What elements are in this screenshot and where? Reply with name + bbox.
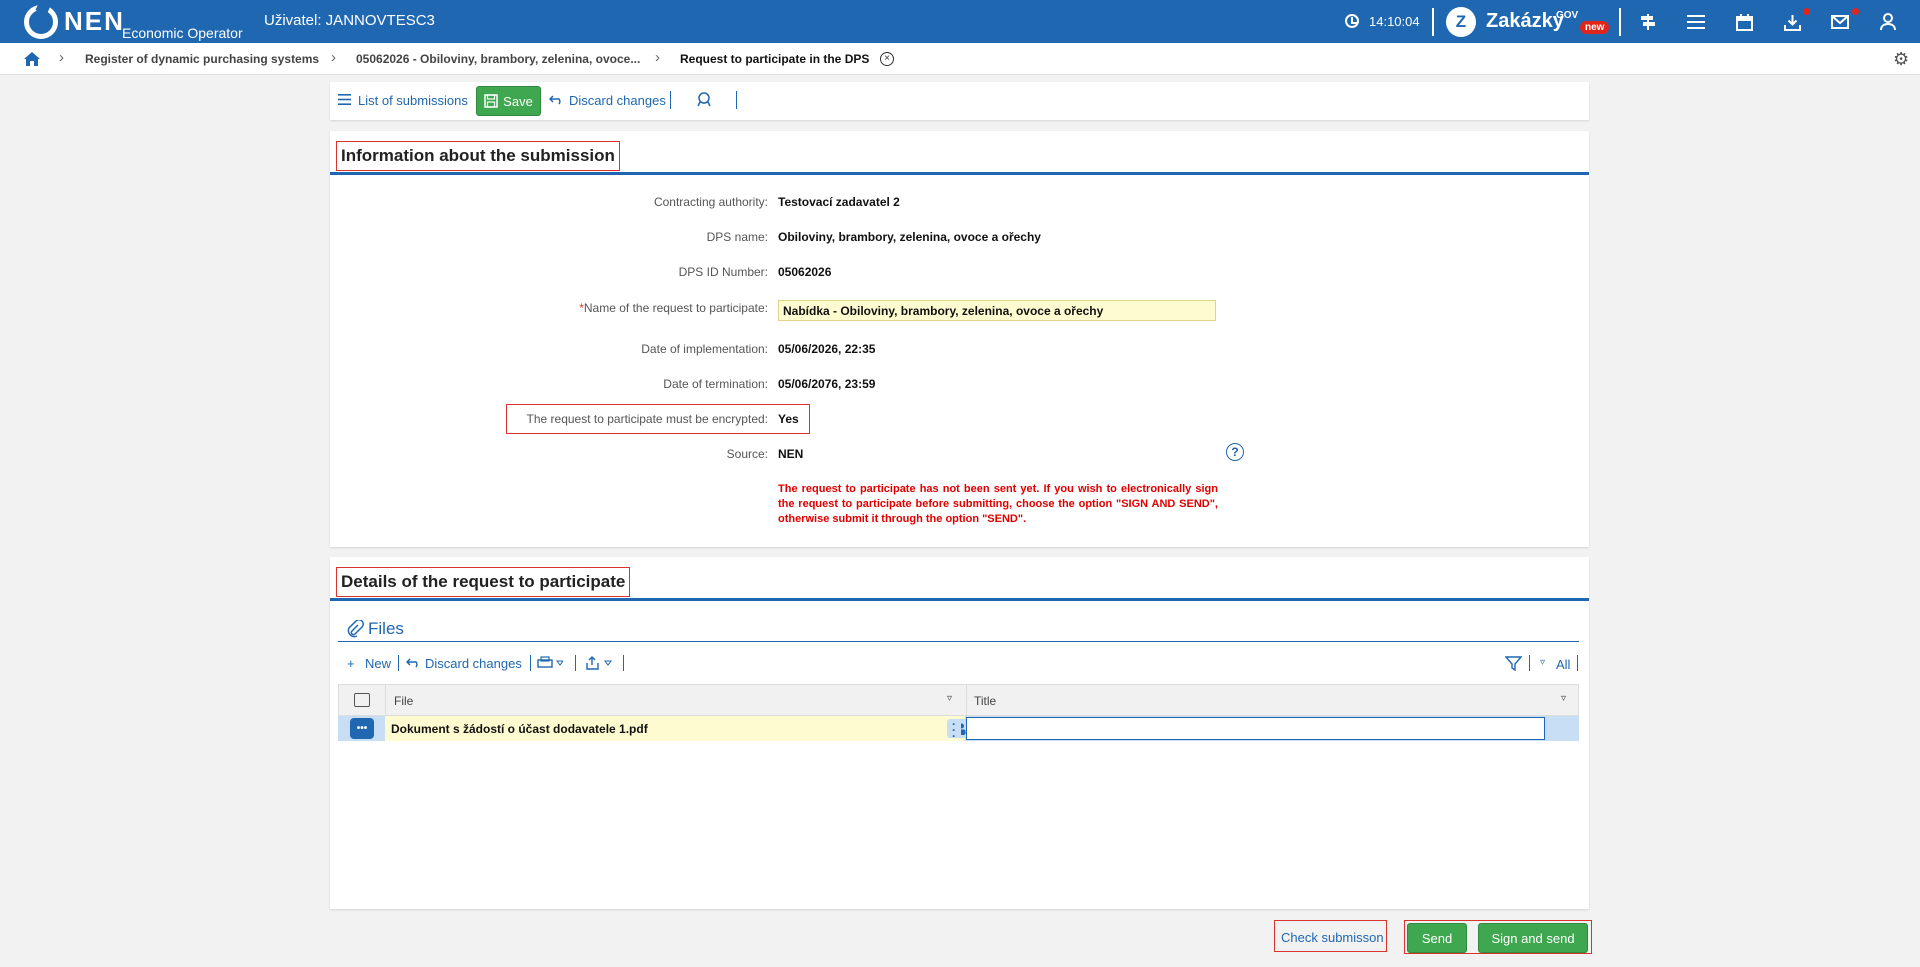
menu-icon[interactable] [1685,11,1707,33]
file-name[interactable]: Dokument s žádostí o účast dodavatele 1.… [391,722,648,736]
user-name: Uživatel: JANNOVTESC3 [264,12,435,29]
export-icon[interactable] [585,656,613,673]
new-file-button[interactable]: New [365,656,391,671]
filter-all-select[interactable]: All [1556,657,1570,672]
list-icon[interactable] [338,93,351,108]
source-label: Source: [726,447,768,461]
encryption-value: Yes [778,412,799,426]
add-icon[interactable]: + [347,656,355,671]
close-icon[interactable]: × [880,52,894,66]
discard-icon[interactable] [405,656,421,671]
home-icon[interactable] [23,51,41,67]
discard-changes-link[interactable]: Discard changes [569,93,666,108]
bookmark-icon[interactable] [696,91,712,110]
chevron-right-icon: › [331,49,336,66]
zakazky-link[interactable]: Zakázky [1486,10,1564,33]
dps-name-value: Obiloviny, brambory, zelenina, ovoce a o… [778,230,1041,244]
files-title: Files [368,619,404,638]
divider [670,91,671,109]
contracting-authority-value: Testovací zadavatel 2 [778,195,900,209]
table-row[interactable]: ••• Dokument s žádostí o účast dodavatel… [338,716,1579,742]
gear-icon[interactable]: ⚙ [1893,49,1909,70]
new-badge: new [1580,21,1610,34]
breadcrumb: › Register of dynamic purchasing systems… [0,43,1920,75]
file-cell[interactable]: Dokument s žádostí o účast dodavatele 1.… [385,716,990,741]
filter-icon[interactable] [1504,656,1523,674]
request-details-title: Details of the request to participate [336,567,631,597]
divider [623,655,624,671]
divider [398,655,399,671]
calendar-icon[interactable] [1733,11,1755,33]
termination-date-label: Date of termination: [663,377,768,391]
column-header-file[interactable]: File [394,694,413,708]
mail-icon[interactable] [1829,11,1851,33]
implementation-date-value: 05/06/2026, 22:35 [778,342,876,356]
termination-date-value: 05/06/2076, 23:59 [778,377,876,391]
notification-dot [1803,8,1810,15]
files-icon [346,619,364,643]
discard-icon[interactable] [548,93,564,108]
divider [1577,655,1578,671]
sort-icon[interactable]: ▿ [947,693,952,704]
help-icon[interactable]: ? [1226,443,1244,461]
dps-id-value: 05062026 [778,265,832,279]
dps-id-label: DPS ID Number: [678,265,768,279]
files-grid-header: File ▿ Title ▿ [338,684,1579,716]
discard-file-changes-link[interactable]: Discard changes [425,656,522,671]
not-sent-warning: The request to participate has not been … [778,483,1218,525]
print-icon[interactable] [537,656,564,672]
implementation-date-label: Date of implementation: [641,342,768,356]
list-of-submissions-link[interactable]: List of submissions [358,93,468,108]
check-submission-button[interactable]: Check submisson [1281,930,1384,945]
source-value: NEN [778,447,804,461]
chevron-right-icon: › [59,49,64,66]
files-divider [338,641,1579,642]
section-divider [330,172,1589,175]
column-divider [966,685,967,715]
divider [1529,655,1530,671]
zakazky-logo-icon[interactable]: Z [1446,7,1476,37]
notification-dot [1852,8,1859,15]
sign-and-send-button[interactable]: Sign and send [1478,923,1588,953]
user-icon[interactable] [1877,11,1899,33]
sort-icon[interactable]: ▿ [1561,693,1566,704]
chevron-right-icon: › [655,49,660,66]
save-label: Save [503,93,533,109]
contracting-authority-label: Contracting authority: [653,195,768,209]
section-divider [330,598,1589,601]
grid-settings-button[interactable] [339,685,386,715]
send-button[interactable]: Send [1407,923,1467,953]
brand-subtitle: Economic Operator [122,25,243,41]
more-vertical-icon[interactable]: · · · [947,718,961,742]
session-time: 14:10:04 [1369,14,1420,29]
settings-sliders-icon [354,693,370,707]
top-bar: NEN Economic Operator Uživatel: JANNOVTE… [0,0,1920,43]
request-name-input[interactable]: Nabídka - Obiloviny, brambory, zelenina,… [778,300,1216,321]
file-title-input[interactable] [966,717,1545,740]
submission-info-title: Information about the submission [336,141,620,171]
nen-logo-icon[interactable] [24,5,58,39]
divider [530,655,531,671]
dps-name-label: DPS name: [706,230,768,244]
breadcrumb-item-dps[interactable]: 05062026 - Obiloviny, brambory, zelenina… [356,52,640,66]
row-actions-button[interactable]: ••• [350,718,374,739]
clock-icon [1345,14,1359,28]
download-icon[interactable] [1781,11,1803,33]
divider [575,655,576,671]
floppy-icon [484,94,498,108]
breadcrumb-item-register[interactable]: Register of dynamic purchasing systems [85,52,319,66]
request-name-label: *Name of the request to participate: [579,301,768,315]
divider [1619,8,1621,36]
divider [736,91,737,109]
divider [1432,8,1434,36]
breadcrumb-item-current: Request to participate in the DPS [680,52,870,66]
signpost-icon[interactable] [1637,11,1659,33]
encryption-label: The request to participate must be encry… [526,412,768,426]
zakazky-gov-label: GOV [1556,10,1579,21]
save-button[interactable]: Save [476,86,541,116]
column-header-title[interactable]: Title [974,694,996,708]
filter-dropdown-icon[interactable]: ▿ [1540,657,1545,668]
brand-name: NEN [64,6,125,36]
